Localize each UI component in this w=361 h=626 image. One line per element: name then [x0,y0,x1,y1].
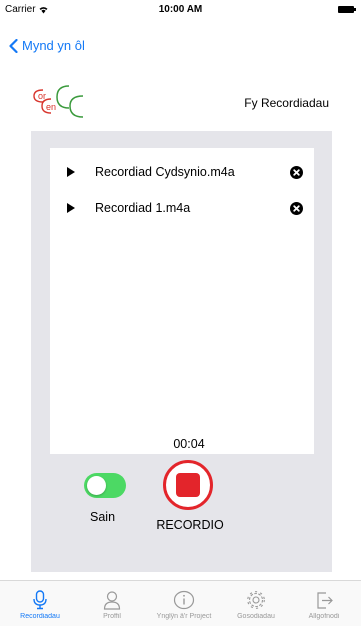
recording-name[interactable]: Recordiad 1.m4a [95,201,190,215]
record-label: RECORDIO [156,518,224,532]
play-icon[interactable] [67,167,75,177]
list-item: Recordiad Cydsynio.m4a [50,162,314,182]
record-stop-icon [176,473,200,497]
recording-timer: 00:04 [173,437,205,451]
chevron-left-icon [9,38,18,53]
person-icon [103,591,121,610]
status-time: 10:00 AM [158,4,203,15]
tab-logout[interactable]: Allgofnodi [288,589,360,620]
tab-label: Proffil [103,613,121,620]
record-button[interactable] [163,460,213,510]
delete-icon[interactable] [290,165,303,179]
tab-about[interactable]: Ynglŷn â'r Project [148,589,220,620]
info-icon [173,590,195,610]
back-label: Mynd yn ôl [22,38,85,53]
play-icon[interactable] [67,203,75,213]
tab-recordings[interactable]: Recordiadau [4,589,76,620]
recording-name[interactable]: Recordiad Cydsynio.m4a [95,165,235,179]
microphone-icon [33,590,47,610]
tab-label: Recordiadau [20,613,60,620]
tab-bar: Recordiadau Proffil Ynglŷn â'r Project G… [0,580,361,626]
status-bar: Carrier 10:00 AM [0,0,361,20]
toggle-knob [87,476,106,495]
page-title: Fy Recordiadau [244,96,329,110]
sound-label: Sain [90,510,116,524]
svg-text:en: en [46,102,56,112]
tab-settings[interactable]: Gosodiadau [220,589,292,620]
corencc-logo: or en [33,85,84,118]
tab-label: Gosodiadau [237,613,275,620]
recordings-list[interactable]: Recordiad Cydsynio.m4a Recordiad 1.m4a [50,148,314,454]
logout-icon [317,592,333,609]
list-item: Recordiad 1.m4a [50,198,314,218]
tab-profile[interactable]: Proffil [76,589,148,620]
sound-toggle[interactable] [84,473,126,498]
tab-label: Ynglŷn â'r Project [156,613,212,620]
delete-icon[interactable] [290,201,303,215]
svg-text:or: or [38,91,46,101]
gear-icon [247,591,265,609]
battery-icon [338,6,356,13]
tab-label: Allgofnodi [308,613,340,620]
back-button[interactable]: Mynd yn ôl [9,38,85,53]
